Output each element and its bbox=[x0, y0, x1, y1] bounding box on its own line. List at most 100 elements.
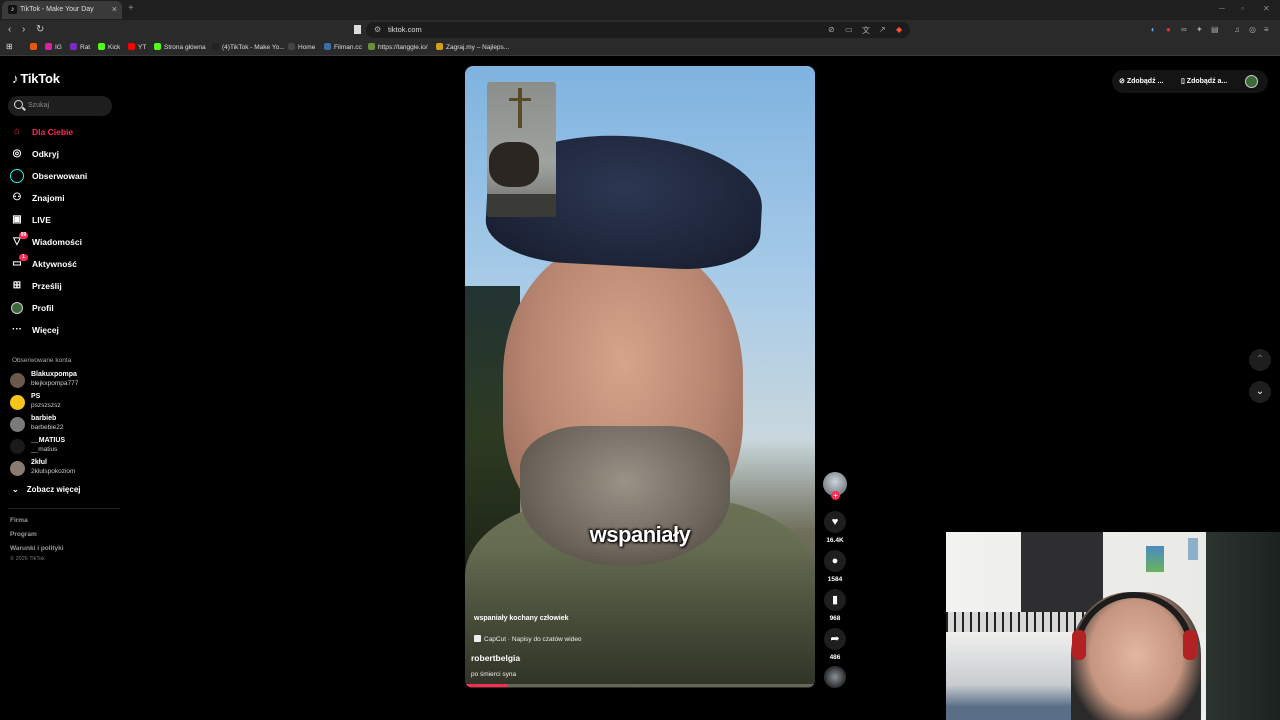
share-icon: ➦ bbox=[830, 633, 840, 645]
bookmark-item[interactable]: Zagraj.my – Najleps... bbox=[436, 43, 509, 51]
followed-accounts-title: Obserwowane konta bbox=[12, 357, 72, 364]
pip-icon[interactable]: ▭ bbox=[845, 25, 853, 34]
get-app-button[interactable]: ▯ Zdobądź a... bbox=[1181, 77, 1227, 97]
like-count: 16.4K bbox=[826, 537, 844, 544]
bookmark-icon[interactable] bbox=[354, 25, 361, 34]
bookmark-item[interactable]: Filman.cc bbox=[324, 43, 362, 51]
avatar bbox=[10, 417, 25, 432]
site-info-icon[interactable]: ⚙ bbox=[374, 25, 381, 34]
comment-icon: ● bbox=[831, 555, 839, 567]
previous-video-button[interactable]: ⌃ bbox=[1249, 349, 1271, 371]
chevron-down-icon: ⌄ bbox=[12, 485, 19, 494]
follow-plus-icon[interactable]: + bbox=[831, 491, 840, 500]
video-sound[interactable]: po śmierci syna bbox=[471, 671, 516, 678]
apps-grid-icon[interactable]: ⊞ bbox=[6, 42, 13, 51]
maximize-icon[interactable]: ▫ bbox=[1241, 4, 1244, 13]
puzzle-icon[interactable]: ✦ bbox=[1196, 25, 1203, 34]
save-button[interactable]: ▮ bbox=[824, 589, 846, 611]
tab-title: TikTok - Make Your Day bbox=[20, 6, 94, 13]
bookmark-item[interactable]: YT bbox=[128, 43, 146, 51]
video-player[interactable]: wspaniały wspaniały kochany człowiek Cap… bbox=[465, 66, 815, 688]
bookmark-item[interactable] bbox=[30, 43, 40, 51]
upload-icon: ⊞ bbox=[12, 280, 22, 291]
cast-icon[interactable]: ⊘ bbox=[828, 25, 835, 34]
headphone-ear-right bbox=[1183, 630, 1197, 660]
menu-icon[interactable]: ≡ bbox=[1264, 25, 1269, 34]
profile-icon bbox=[10, 301, 24, 315]
url-field[interactable]: ⚙ tiktok.com ⊘ ▭ 文 ↗ ◆ bbox=[366, 22, 910, 38]
coin-icon: ⊘ bbox=[1119, 78, 1127, 85]
compass-icon: ◎ bbox=[12, 148, 22, 159]
user-avatar[interactable] bbox=[1245, 75, 1258, 88]
chevron-up-icon: ⌃ bbox=[1255, 354, 1265, 365]
webcam-poster bbox=[1188, 538, 1198, 560]
new-tab-button[interactable]: + bbox=[128, 3, 134, 14]
footer-link[interactable]: Warunki i polityki bbox=[10, 545, 64, 552]
record-icon[interactable]: ● bbox=[1166, 25, 1171, 34]
webcam-curtain bbox=[1206, 532, 1280, 720]
footer-link[interactable]: Firma bbox=[10, 517, 28, 524]
avatar bbox=[10, 461, 25, 476]
back-icon[interactable]: ‹ bbox=[8, 24, 11, 35]
see-more-button[interactable]: ⌄ Zobacz więcej bbox=[12, 485, 81, 494]
share-page-icon[interactable]: ↗ bbox=[879, 25, 886, 34]
like-button[interactable]: ♥ bbox=[824, 511, 846, 533]
video-author[interactable]: robertbelgia bbox=[471, 653, 520, 663]
bookmark-item[interactable]: https://tanggle.io/ bbox=[368, 43, 428, 51]
share-button[interactable]: ➦ bbox=[824, 628, 846, 650]
brave-shield-icon[interactable]: ◆ bbox=[896, 25, 902, 34]
copyright: © 2026 TikTok bbox=[10, 556, 45, 562]
close-window-icon[interactable]: ✕ bbox=[1263, 4, 1270, 13]
address-bar: ‹ › ↻ ⚙ tiktok.com ⊘ ▭ 文 ↗ ◆ ◖ ● ∞ ✦ ▤ ♫… bbox=[0, 20, 1280, 40]
share-count: 486 bbox=[829, 654, 841, 661]
bookmark-item[interactable]: Home bbox=[288, 43, 315, 51]
extension-icon[interactable]: ∞ bbox=[1181, 25, 1187, 34]
vpn-icon[interactable]: ◎ bbox=[1249, 25, 1256, 34]
home-icon: ⌂ bbox=[13, 126, 21, 137]
translate-icon[interactable]: 文 bbox=[862, 25, 870, 36]
chevron-down-icon: ⌄ bbox=[1255, 386, 1265, 397]
activity-badge: 1 bbox=[19, 254, 28, 261]
audio-icon[interactable]: ◖ bbox=[1150, 25, 1155, 34]
inset-person bbox=[489, 142, 539, 187]
headphone-ear-left bbox=[1072, 630, 1086, 660]
close-tab-icon[interactable]: × bbox=[112, 4, 117, 14]
bookmark-item[interactable]: Kick bbox=[98, 43, 120, 51]
get-coins-button[interactable]: ⊘ Zdobądź ... bbox=[1119, 77, 1163, 97]
browser-tab[interactable]: ♪ TikTok - Make Your Day × bbox=[2, 1, 122, 19]
browser-tab-bar: ♪ TikTok - Make Your Day × + ─ ▫ ✕ bbox=[0, 0, 1280, 20]
bookmark-item[interactable]: IG bbox=[45, 43, 62, 51]
sidebar-toggle-icon[interactable]: ▤ bbox=[1211, 25, 1219, 34]
video-description: wspaniały kochany człowiek bbox=[474, 615, 569, 622]
search-placeholder: Szukaj bbox=[28, 102, 50, 109]
comment-button[interactable]: ● bbox=[824, 550, 846, 572]
bookmark-item[interactable]: Strona główna bbox=[154, 43, 206, 51]
webcam-overlay bbox=[946, 532, 1280, 720]
video-subtitle: wspaniały bbox=[589, 522, 691, 547]
music-disc-icon[interactable] bbox=[824, 666, 846, 688]
webcam-poster bbox=[1146, 546, 1164, 572]
save-count: 968 bbox=[829, 615, 841, 622]
search-icon bbox=[14, 100, 23, 109]
tiktok-note-icon: ♪ bbox=[12, 71, 19, 86]
video-progress-fill bbox=[465, 684, 507, 687]
reload-icon[interactable]: ↻ bbox=[36, 24, 44, 35]
video-progress-bar[interactable] bbox=[465, 684, 815, 687]
next-video-button[interactable]: ⌄ bbox=[1249, 381, 1271, 403]
capcut-icon bbox=[474, 635, 481, 642]
forward-icon[interactable]: › bbox=[22, 24, 25, 35]
sidebar-divider bbox=[8, 508, 120, 509]
footer-link[interactable]: Program bbox=[10, 531, 37, 538]
following-icon bbox=[10, 169, 24, 183]
bookmark-item[interactable]: Rat bbox=[70, 43, 90, 51]
minimize-icon[interactable]: ─ bbox=[1219, 4, 1225, 13]
music-icon[interactable]: ♫ bbox=[1234, 25, 1240, 34]
search-input[interactable]: Szukaj bbox=[8, 96, 112, 116]
bookmark-item[interactable]: (4)TikTok - Make Yo... bbox=[212, 43, 285, 51]
more-icon: ··· bbox=[12, 324, 22, 335]
messages-badge: 99 bbox=[19, 232, 28, 239]
tiktok-logo[interactable]: ♪ TikTok bbox=[12, 71, 60, 86]
bookmark-icon: ▮ bbox=[831, 594, 839, 606]
capcut-link[interactable]: CapCut · Napisy do czatów wideo bbox=[474, 635, 582, 643]
avatar bbox=[10, 395, 25, 410]
